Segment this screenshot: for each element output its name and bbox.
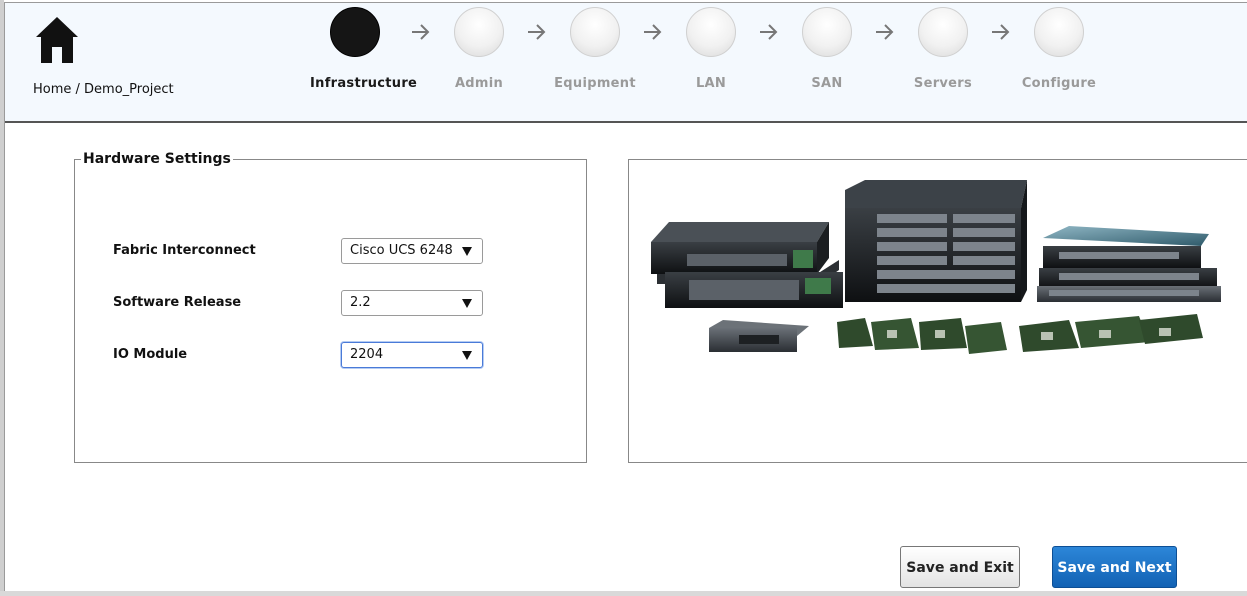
software-release-label: Software Release bbox=[113, 295, 242, 310]
home-icon[interactable] bbox=[34, 15, 80, 67]
io-module-select[interactable]: 2204 bbox=[341, 342, 483, 368]
hardware-product-image bbox=[651, 180, 1221, 354]
step-infrastructure[interactable]: Infrastructure bbox=[310, 7, 418, 91]
step-indicator bbox=[1034, 7, 1084, 57]
arrow-right-icon bbox=[412, 24, 430, 40]
save-and-exit-button[interactable]: Save and Exit bbox=[900, 546, 1020, 588]
arrow-right-icon bbox=[992, 24, 1010, 40]
step-indicator bbox=[454, 7, 504, 57]
step-label: LAN bbox=[695, 76, 727, 91]
step-indicator bbox=[918, 7, 968, 57]
hardware-image-panel bbox=[628, 159, 1247, 463]
step-label: Equipment bbox=[554, 76, 636, 91]
step-equipment[interactable]: Equipment bbox=[550, 7, 640, 91]
chevron-down-icon bbox=[462, 351, 472, 360]
chevron-down-icon bbox=[462, 247, 472, 256]
software-release-select[interactable]: 2.2 bbox=[341, 290, 483, 316]
select-value: Cisco UCS 6248 bbox=[350, 243, 453, 258]
arrow-right-icon bbox=[760, 24, 778, 40]
step-indicator bbox=[330, 7, 380, 57]
fabric-interconnect-select[interactable]: Cisco UCS 6248 bbox=[341, 238, 483, 264]
arrow-right-icon bbox=[528, 24, 546, 40]
step-indicator bbox=[570, 7, 620, 57]
step-label: Admin bbox=[454, 76, 504, 91]
arrow-right-icon bbox=[644, 24, 662, 40]
step-indicator bbox=[686, 7, 736, 57]
io-module-label: IO Module bbox=[113, 347, 188, 362]
hardware-settings-title: Hardware Settings bbox=[81, 151, 233, 167]
step-label: Infrastructure bbox=[310, 76, 418, 91]
select-value: 2.2 bbox=[350, 295, 371, 310]
step-indicator bbox=[802, 7, 852, 57]
step-servers[interactable]: Servers bbox=[898, 7, 988, 91]
save-and-next-button[interactable]: Save and Next bbox=[1052, 546, 1177, 588]
hardware-settings-panel bbox=[74, 159, 587, 463]
step-san[interactable]: SAN bbox=[782, 7, 872, 91]
step-label: Configure bbox=[1021, 76, 1097, 91]
step-admin[interactable]: Admin bbox=[434, 7, 524, 91]
step-label: SAN bbox=[811, 76, 843, 91]
select-value: 2204 bbox=[350, 347, 384, 362]
chevron-down-icon bbox=[462, 299, 472, 308]
arrow-right-icon bbox=[876, 24, 894, 40]
step-label: Servers bbox=[913, 76, 973, 91]
breadcrumb[interactable]: Home / Demo_Project bbox=[33, 82, 174, 97]
fabric-interconnect-label: Fabric Interconnect bbox=[113, 243, 256, 258]
step-configure[interactable]: Configure bbox=[1014, 7, 1104, 91]
step-lan[interactable]: LAN bbox=[666, 7, 756, 91]
window-border-bottom bbox=[0, 591, 1247, 596]
header-divider bbox=[5, 121, 1247, 123]
